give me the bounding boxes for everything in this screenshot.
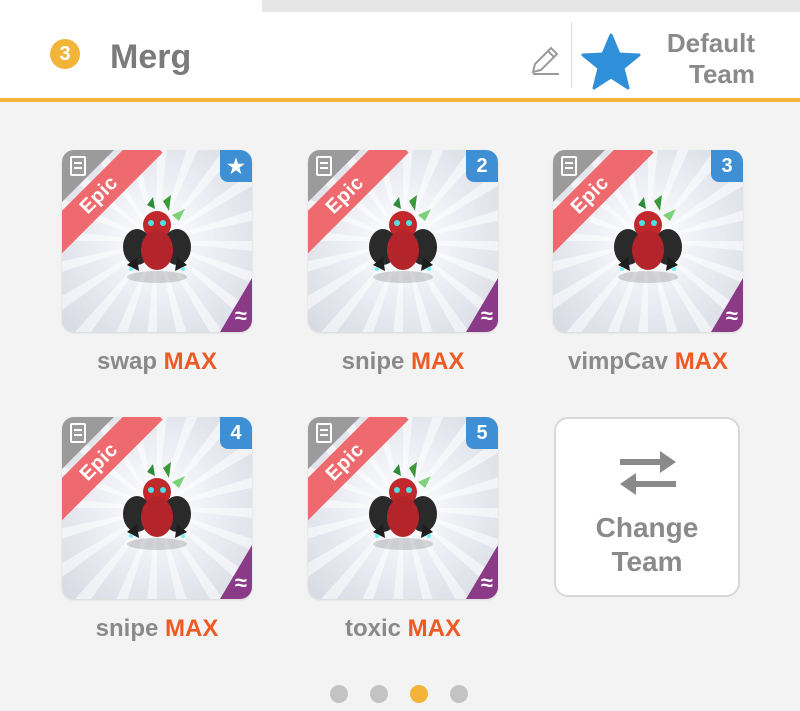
monster-name: toxic MAX: [283, 615, 523, 643]
header-divider: [571, 22, 572, 88]
slot-number-badge: 4: [220, 417, 252, 449]
leader-star-badge: ★: [220, 150, 252, 182]
document-icon[interactable]: [316, 423, 332, 443]
page-dot[interactable]: [370, 685, 388, 703]
monster-name-text: toxic: [344, 615, 401, 642]
default-team-label[interactable]: Default Team: [667, 28, 755, 90]
wave-icon: ≈: [725, 303, 738, 328]
document-icon[interactable]: [561, 156, 577, 176]
monster-level: MAX: [165, 615, 219, 642]
wave-icon: ≈: [234, 303, 247, 328]
monster-card[interactable]: Epic 4 ≈: [62, 417, 252, 599]
monster-image: [123, 195, 191, 283]
change-team-line2: Team: [611, 546, 683, 577]
document-icon[interactable]: [70, 156, 86, 176]
monster-image: [123, 462, 191, 550]
page-dot[interactable]: [410, 685, 428, 703]
pencil-icon[interactable]: [527, 42, 563, 78]
team-number-badge: 3: [50, 39, 80, 69]
document-icon[interactable]: [70, 423, 86, 443]
wave-icon: ≈: [234, 570, 247, 595]
slot-number-badge: 5: [466, 417, 498, 449]
change-team-label: Change Team: [556, 511, 738, 579]
team-name: Merg: [110, 38, 192, 76]
pagination-dots: [330, 685, 470, 703]
monster-name: vimpCav MAX: [528, 348, 768, 376]
monster-name-text: snipe: [341, 348, 405, 375]
monster-level: MAX: [674, 348, 729, 375]
monster-name-text: vimpCav: [567, 348, 669, 375]
monster-name-text: snipe: [95, 615, 159, 642]
monster-image: [369, 195, 437, 283]
tab-active[interactable]: [0, 0, 262, 12]
monster-name: snipe MAX: [283, 348, 523, 376]
monster-image: [369, 462, 437, 550]
page-dot[interactable]: [450, 685, 468, 703]
slot-number-badge: 2: [466, 150, 498, 182]
monster-card[interactable]: Epic 3 ≈: [553, 150, 743, 332]
document-icon[interactable]: [316, 156, 332, 176]
monster-name: swap MAX: [37, 348, 277, 376]
swap-arrows-icon: [620, 451, 676, 495]
change-team-line1: Change: [595, 512, 699, 543]
monster-name: snipe MAX: [37, 615, 277, 643]
team-header: 3 Merg Default Team: [0, 12, 800, 102]
monster-level: MAX: [407, 615, 462, 642]
page-dot[interactable]: [330, 685, 348, 703]
change-team-button[interactable]: Change Team: [554, 417, 740, 597]
default-team-line1: Default: [666, 28, 755, 58]
wave-icon: ≈: [480, 303, 493, 328]
star-icon[interactable]: [580, 32, 642, 94]
monster-card[interactable]: Epic ★ ≈: [62, 150, 252, 332]
monster-card[interactable]: Epic 2 ≈: [308, 150, 498, 332]
monster-card[interactable]: Epic 5 ≈: [308, 417, 498, 599]
wave-icon: ≈: [480, 570, 493, 595]
monster-name-text: swap: [96, 348, 157, 375]
monster-level: MAX: [163, 348, 218, 375]
tab-strip: [0, 0, 800, 12]
slot-number-badge: 3: [711, 150, 743, 182]
default-team-line2: Team: [689, 59, 755, 89]
monster-image: [614, 195, 682, 283]
monster-level: MAX: [411, 348, 465, 375]
